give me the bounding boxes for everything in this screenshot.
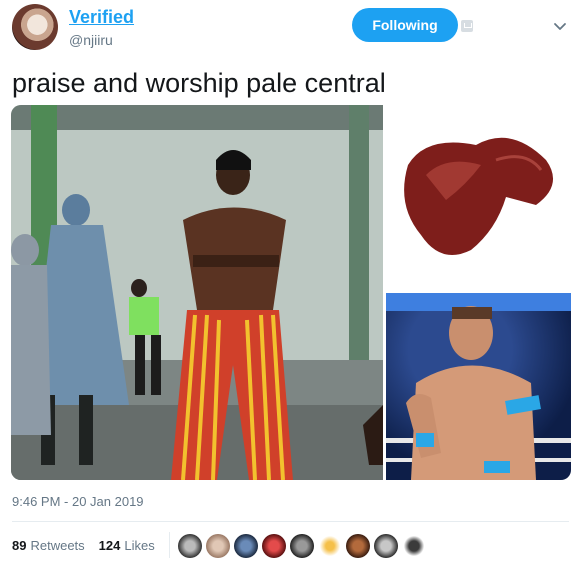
retweets-count: 89: [12, 538, 27, 553]
likes-stat[interactable]: 124 Likes: [99, 538, 155, 553]
liker-avatar[interactable]: [374, 534, 398, 558]
tweet-text: praise and worship pale central: [12, 68, 386, 98]
likes-count: 124: [98, 538, 121, 553]
liker-avatar[interactable]: [402, 534, 426, 558]
retweets-stat[interactable]: 89 Retweets: [12, 538, 85, 553]
dancers-illustration: [11, 105, 383, 480]
wrestler-illustration: [386, 293, 571, 480]
tweet-stats: 89 Retweets 124 Likes: [12, 538, 155, 553]
photo-liver[interactable]: [386, 105, 571, 290]
liver-illustration: [404, 137, 554, 255]
stats-separator: [169, 532, 170, 558]
author-handle[interactable]: @njiiru: [69, 32, 113, 48]
liker-avatar[interactable]: [262, 534, 286, 558]
liker-avatar[interactable]: [290, 534, 314, 558]
retweets-label: Retweets: [30, 538, 85, 553]
media-grid[interactable]: [11, 105, 571, 480]
photo-dancers[interactable]: [11, 105, 383, 480]
share-icon[interactable]: [461, 20, 473, 32]
divider: [12, 521, 569, 522]
liker-avatar[interactable]: [234, 534, 258, 558]
liker-avatars: [178, 534, 426, 558]
liker-avatar[interactable]: [346, 534, 370, 558]
chevron-down-icon[interactable]: [552, 18, 568, 34]
author-avatar[interactable]: [12, 4, 58, 50]
liker-avatar[interactable]: [206, 534, 230, 558]
photo-wrestler[interactable]: [386, 293, 571, 480]
author-name[interactable]: Verified: [69, 7, 134, 28]
following-button[interactable]: Following: [352, 8, 458, 42]
liker-avatar[interactable]: [318, 534, 342, 558]
likes-label: Likes: [124, 538, 155, 553]
liker-avatar[interactable]: [178, 534, 202, 558]
tweet-timestamp[interactable]: 9:46 PM - 20 Jan 2019: [12, 494, 144, 509]
